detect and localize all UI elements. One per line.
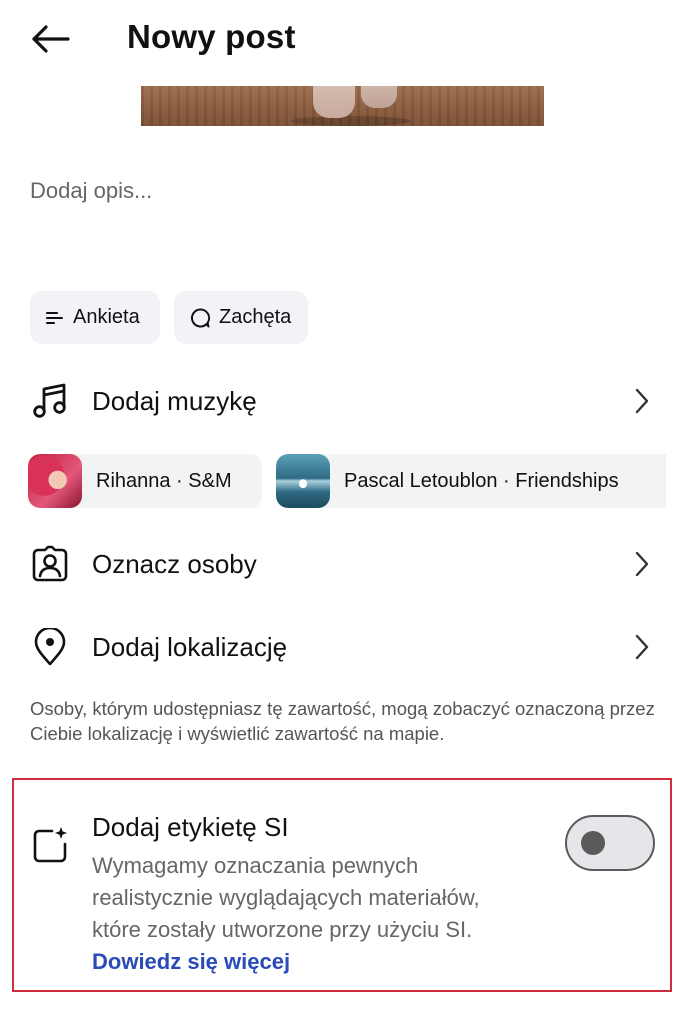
add-music-row[interactable]: Dodaj muzykę (0, 369, 682, 433)
learn-more-link[interactable]: Dowiedz się więcej (92, 949, 290, 974)
tag-person-icon (30, 544, 70, 584)
post-photo-preview[interactable] (141, 86, 544, 126)
music-suggestion-label: Rihanna · S&M (96, 469, 232, 492)
album-cover-image (28, 454, 82, 508)
tag-people-row[interactable]: Oznacz osoby (0, 532, 682, 596)
music-note-icon (30, 381, 70, 421)
toggle-knob (581, 831, 605, 855)
chevron-right-icon (630, 384, 654, 418)
music-suggestion[interactable]: Pascal Letoublon · Friendships (276, 454, 666, 508)
prompt-icon (191, 308, 211, 327)
back-button[interactable] (22, 14, 78, 64)
ai-sparkle-icon (30, 825, 70, 865)
location-info-text: Osoby, którym udostępniasz tę zawartość,… (30, 698, 655, 744)
page-title: Nowy post (127, 18, 296, 55)
ai-label-description: Wymagamy oznaczania pewnych realistyczni… (92, 850, 512, 978)
poll-icon (46, 311, 63, 324)
caption-input[interactable] (30, 178, 650, 204)
prompt-chip-label: Zachęta (219, 306, 292, 328)
ai-label-toggle[interactable] (565, 815, 655, 871)
ai-label-title: Dodaj etykietę SI (92, 812, 289, 842)
add-location-row[interactable]: Dodaj lokalizację (0, 615, 682, 679)
music-suggestion-label: Pascal Letoublon · Friendships (344, 469, 619, 492)
location-pin-icon (30, 627, 70, 667)
poll-chip[interactable]: Ankieta (30, 291, 160, 344)
add-music-label: Dodaj muzykę (92, 385, 257, 416)
prompt-chip[interactable]: Zachęta (174, 291, 308, 344)
music-suggestion[interactable]: Rihanna · S&M (28, 454, 262, 508)
ai-label-description-text: Wymagamy oznaczania pewnych realistyczni… (92, 853, 480, 942)
tag-people-label: Oznacz osoby (92, 548, 257, 579)
add-location-label: Dodaj lokalizację (92, 631, 288, 662)
chevron-right-icon (630, 630, 654, 664)
back-arrow-icon (32, 25, 70, 53)
chevron-right-icon (630, 547, 654, 581)
poll-chip-label: Ankieta (73, 306, 140, 328)
album-cover-image (276, 454, 330, 508)
